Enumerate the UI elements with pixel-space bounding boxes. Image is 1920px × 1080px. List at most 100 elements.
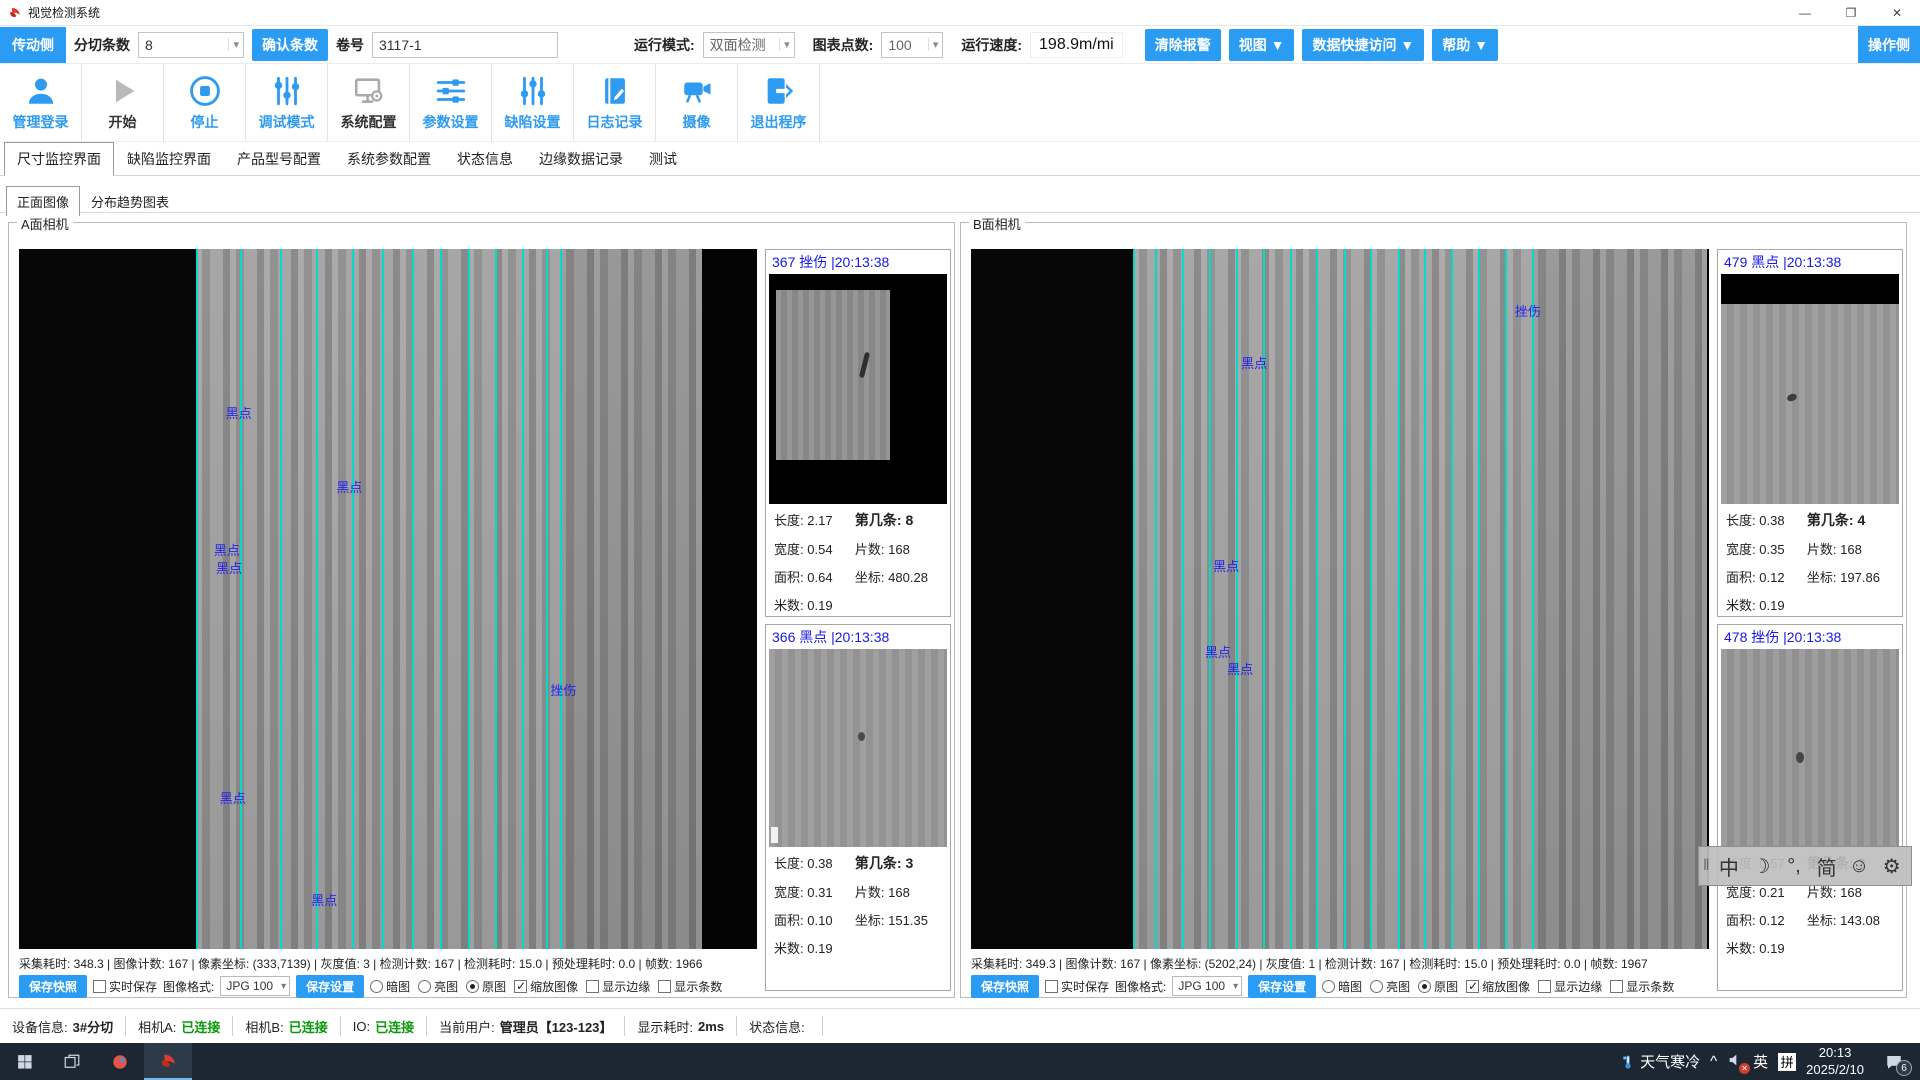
main-tab[interactable]: 边缘数据记录 (526, 142, 636, 175)
data-shortcut-menu-button[interactable]: 数据快捷访问 ▼ (1302, 29, 1424, 61)
main-tab[interactable]: 状态信息 (444, 142, 526, 175)
slit-count-label: 分切条数 (74, 35, 130, 55)
ime-drag-handle[interactable]: ‖ (1703, 857, 1710, 875)
save-snapshot-button[interactable]: 保存快照 (971, 975, 1039, 998)
start-button[interactable]: 开始 (82, 64, 164, 141)
display-option[interactable]: 显示条数 (1610, 978, 1674, 995)
drive-side-button[interactable]: 传动侧 (0, 27, 66, 63)
hidden-icons-chevron[interactable]: ^ (1710, 1053, 1717, 1070)
option-state-icon (1538, 980, 1551, 993)
slit-line (1155, 249, 1157, 949)
start-button[interactable] (0, 1043, 48, 1080)
image-region (196, 249, 560, 949)
ime-simplified-toggle[interactable]: 简 (1811, 852, 1842, 881)
display-option[interactable]: 原图 (1418, 978, 1458, 995)
close-button[interactable]: ✕ (1874, 0, 1920, 26)
language-indicator[interactable]: 英 (1753, 1051, 1768, 1072)
display-option[interactable]: 缩放图像 (1466, 978, 1530, 995)
realtime-save-checkbox[interactable]: 实时保存 (1045, 978, 1109, 995)
ime-punct-toggle[interactable]: °, (1779, 855, 1810, 878)
weather-widget[interactable]: 天气寒冷 (1620, 1051, 1700, 1072)
task-view-icon (63, 1053, 81, 1071)
run-speed-label: 运行速度: (961, 35, 1022, 55)
slit-line (1370, 249, 1372, 949)
ime-mode-badge[interactable]: 拼 (1778, 1053, 1796, 1071)
image-format-label: 图像格式: (1115, 978, 1166, 995)
taskbar-clock[interactable]: 20:13 2025/2/10 (1806, 1045, 1864, 1078)
image-region (702, 249, 757, 949)
ime-lang-toggle[interactable]: 中 (1714, 852, 1745, 881)
image-format-select[interactable]: JPG 100 (220, 976, 290, 996)
display-option[interactable]: 显示边缘 (586, 978, 650, 995)
main-tab[interactable]: 缺陷监控界面 (114, 142, 224, 175)
logbook-pencil-icon (598, 74, 632, 108)
task-view-button[interactable] (48, 1043, 96, 1080)
defect-settings-button[interactable]: 缺陷设置 (492, 64, 574, 141)
taskbar-app-sogou[interactable] (96, 1043, 144, 1080)
roll-number-input[interactable]: 3117-1 (372, 32, 558, 58)
main-tab[interactable]: 测试 (636, 142, 690, 175)
minimize-button[interactable]: — (1782, 0, 1828, 26)
command-bar: 传动侧 分切条数 8 确认条数 卷号 3117-1 运行模式: 双面检测 图表点… (0, 26, 1920, 64)
restore-button[interactable]: ❐ (1828, 0, 1874, 26)
param-settings-button[interactable]: 参数设置 (410, 64, 492, 141)
save-snapshot-button[interactable]: 保存快照 (19, 975, 87, 998)
image-format-select[interactable]: JPG 100 (1172, 976, 1242, 996)
display-option[interactable]: 显示条数 (658, 978, 722, 995)
display-option[interactable]: 暗图 (1322, 978, 1362, 995)
debug-mode-button[interactable]: 调试模式 (246, 64, 328, 141)
thermometer-icon (1620, 1054, 1636, 1070)
defect-card[interactable]: 366 黑点 |20:13:38 长度: 0.38 第几条: 3 宽度: 0.3… (765, 624, 951, 991)
display-option[interactable]: 缩放图像 (514, 978, 578, 995)
admin-login-button[interactable]: 管理登录 (0, 64, 82, 141)
display-option[interactable]: 显示边缘 (1538, 978, 1602, 995)
slit-line (1182, 249, 1184, 949)
run-mode-select[interactable]: 双面检测 (703, 32, 795, 58)
option-state-icon (1418, 980, 1431, 993)
camera-image[interactable]: 黑点黑点黑点黑点挫伤黑点黑点 (19, 249, 757, 949)
operate-side-button[interactable]: 操作侧 (1858, 26, 1920, 63)
sliders-vertical-icon (270, 74, 304, 108)
defect-fields: 长度: 2.17 第几条: 8 宽度: 0.54 片数: 168 面积: 0.6… (766, 504, 950, 616)
chart-points-select[interactable]: 100 (881, 32, 943, 58)
defect-fields: 长度: 0.38 第几条: 4 宽度: 0.35 片数: 168 面积: 0.1… (1718, 504, 1902, 616)
ime-emoji-icon[interactable]: ☺ (1844, 855, 1875, 878)
defect-card[interactable]: 479 黑点 |20:13:38 长度: 0.38 第几条: 4 宽度: 0.3… (1717, 249, 1903, 617)
notification-center-button[interactable]: 6 (1874, 1043, 1914, 1080)
stop-button[interactable]: 停止 (164, 64, 246, 141)
system-config-button[interactable]: 系统配置 (328, 64, 410, 141)
log-record-button[interactable]: 日志记录 (574, 64, 656, 141)
realtime-save-checkbox[interactable]: 实时保存 (93, 978, 157, 995)
exit-program-button[interactable]: 退出程序 (738, 64, 820, 141)
defect-mark (858, 352, 869, 378)
camera-button[interactable]: 摄像 (656, 64, 738, 141)
help-menu-button[interactable]: 帮助 ▼ (1432, 29, 1498, 61)
confirm-count-button[interactable]: 确认条数 (252, 29, 328, 61)
defect-card[interactable]: 367 挫伤 |20:13:38 长度: 2.17 第几条: 8 宽度: 0.5… (765, 249, 951, 617)
subtab-divider (0, 212, 1920, 213)
display-option[interactable]: 亮图 (418, 978, 458, 995)
save-settings-button[interactable]: 保存设置 (1248, 975, 1316, 998)
slit-count-select[interactable]: 8 (138, 32, 244, 58)
sub-tab[interactable]: 正面图像 (6, 186, 80, 216)
view-menu-button[interactable]: 视图 ▼ (1229, 29, 1295, 61)
ime-toolbar[interactable]: ‖ 中 ☽ °, 简 ☺ ⚙ (1698, 846, 1912, 886)
sub-tab[interactable]: 分布趋势图表 (80, 186, 180, 216)
display-option[interactable]: 亮图 (1370, 978, 1410, 995)
ime-settings-gear-icon[interactable]: ⚙ (1876, 854, 1907, 879)
main-tab[interactable]: 系统参数配置 (334, 142, 444, 175)
camera-image[interactable]: 挫伤黑点黑点黑点黑点 (971, 249, 1709, 949)
volume-muted-icon[interactable]: ✕ (1727, 1052, 1743, 1071)
defect-label: 挫伤 (550, 680, 576, 699)
defect-card[interactable]: 478 挫伤 |20:13:38 长度: 0.57 第几条: 3 宽度: 0.2… (1717, 624, 1903, 991)
ime-fullhalf-icon[interactable]: ☽ (1746, 854, 1777, 879)
display-option[interactable]: 原图 (466, 978, 506, 995)
display-option[interactable]: 暗图 (370, 978, 410, 995)
main-tab[interactable]: 产品型号配置 (224, 142, 334, 175)
slit-line (560, 249, 562, 949)
clear-alarm-button[interactable]: 清除报警 (1145, 29, 1221, 61)
icon-toolbar: 管理登录 开始 停止 调试模式 系统配置 参数设置 缺陷设置 日志记录 (0, 64, 1920, 142)
taskbar-app-inspection[interactable] (144, 1043, 192, 1080)
save-settings-button[interactable]: 保存设置 (296, 975, 364, 998)
main-tab[interactable]: 尺寸监控界面 (4, 142, 114, 176)
